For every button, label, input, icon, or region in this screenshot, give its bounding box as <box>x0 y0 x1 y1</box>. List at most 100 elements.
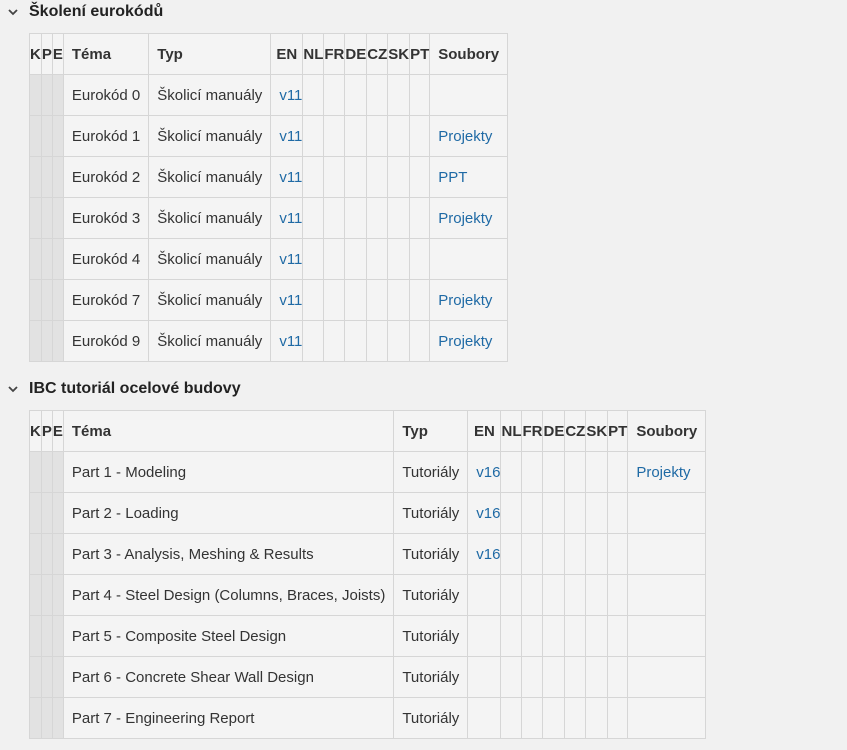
cell-tema: Part 4 - Steel Design (Columns, Braces, … <box>62 574 395 616</box>
cell-soubory: PPT <box>429 156 509 198</box>
cell-p <box>40 320 53 362</box>
col-nl: NL <box>500 410 523 452</box>
cell-fr <box>323 115 346 157</box>
table-row: Part 4 - Steel Design (Columns, Braces, … <box>29 574 707 616</box>
files-link[interactable]: Projekty <box>438 292 492 309</box>
cell-k <box>29 320 42 362</box>
cell-de <box>344 279 368 321</box>
cell-nl <box>500 533 523 575</box>
en-version-link[interactable]: v16 <box>476 546 500 563</box>
cell-nl <box>302 320 325 362</box>
cell-nl <box>500 574 523 616</box>
table-row: Eurokód 0 Školicí manuály v11 <box>29 74 509 116</box>
col-tema: Téma <box>62 410 395 452</box>
cell-tema: Part 3 - Analysis, Meshing & Results <box>62 533 395 575</box>
cell-typ: Tutoriály <box>393 533 469 575</box>
cell-soubory <box>429 74 509 116</box>
cell-en: v11 <box>270 320 304 362</box>
cell-cz <box>366 279 389 321</box>
en-version-link[interactable]: v11 <box>279 169 302 186</box>
cell-k <box>29 615 42 657</box>
cell-k <box>29 238 42 280</box>
cell-en: v11 <box>270 74 304 116</box>
col-k: K <box>29 33 42 75</box>
cell-de <box>344 320 368 362</box>
cell-e <box>51 451 64 493</box>
cell-fr <box>323 279 346 321</box>
files-link[interactable]: Projekty <box>438 128 492 145</box>
cell-tema: Eurokód 0 <box>62 74 150 116</box>
col-en: EN <box>270 33 304 75</box>
col-typ: Typ <box>148 33 272 75</box>
table-header-row: K P E Téma Typ EN NL FR DE CZ SK PT Soub… <box>29 410 707 452</box>
cell-de <box>344 238 368 280</box>
cell-typ: Školicí manuály <box>148 197 272 239</box>
cell-de <box>542 492 566 534</box>
en-version-link[interactable]: v11 <box>279 128 302 145</box>
col-tema: Téma <box>62 33 150 75</box>
table-row: Part 5 - Composite Steel Design Tutoriál… <box>29 615 707 657</box>
cell-typ: Tutoriály <box>393 697 469 739</box>
table-row: Part 2 - Loading Tutoriály v16 <box>29 492 707 534</box>
section-title: IBC tutoriál ocelové budovy <box>29 380 241 397</box>
cell-cz <box>564 533 587 575</box>
cell-fr <box>521 615 544 657</box>
cell-pt <box>607 697 629 739</box>
cell-cz <box>564 697 587 739</box>
cell-pt <box>409 238 431 280</box>
cell-tema: Part 6 - Concrete Shear Wall Design <box>62 656 395 698</box>
cell-fr <box>323 156 346 198</box>
cell-de <box>542 574 566 616</box>
section-header[interactable]: Školení eurokódů <box>0 0 163 24</box>
cell-pt <box>607 533 629 575</box>
cell-pt <box>409 279 431 321</box>
files-link[interactable]: PPT <box>438 169 467 186</box>
cell-sk <box>387 74 411 116</box>
en-version-link[interactable]: v16 <box>476 505 500 522</box>
en-version-link[interactable]: v11 <box>279 251 302 268</box>
cell-sk <box>387 279 411 321</box>
files-link[interactable]: Projekty <box>438 333 492 350</box>
en-version-link[interactable]: v11 <box>279 333 302 350</box>
cell-fr <box>521 574 544 616</box>
cell-de <box>542 697 566 739</box>
cell-soubory <box>627 492 707 534</box>
section-header[interactable]: IBC tutoriál ocelové budovy <box>0 377 241 401</box>
col-nl: NL <box>302 33 325 75</box>
resources-table: K P E Téma Typ EN NL FR DE CZ SK PT Soub… <box>29 33 509 362</box>
cell-tema: Part 7 - Engineering Report <box>62 697 395 739</box>
cell-k <box>29 574 42 616</box>
cell-typ: Tutoriály <box>393 615 469 657</box>
cell-tema: Eurokód 7 <box>62 279 150 321</box>
en-version-link[interactable]: v11 <box>279 87 302 104</box>
col-sk: SK <box>585 410 609 452</box>
cell-nl <box>302 115 325 157</box>
table-row: Eurokód 1 Školicí manuály v11 Projekty <box>29 115 509 157</box>
cell-p <box>40 492 53 534</box>
cell-cz <box>366 115 389 157</box>
en-version-link[interactable]: v11 <box>279 292 302 309</box>
cell-de <box>344 115 368 157</box>
cell-nl <box>302 238 325 280</box>
files-link[interactable]: Projekty <box>438 210 492 227</box>
col-soubory: Soubory <box>627 410 707 452</box>
en-version-link[interactable]: v16 <box>476 464 500 481</box>
en-version-link[interactable]: v11 <box>279 210 302 227</box>
col-cz: CZ <box>366 33 389 75</box>
cell-e <box>51 615 64 657</box>
cell-typ: Tutoriály <box>393 492 469 534</box>
cell-p <box>40 656 53 698</box>
cell-cz <box>564 656 587 698</box>
cell-p <box>40 533 53 575</box>
cell-sk <box>387 320 411 362</box>
files-link[interactable]: Projekty <box>636 464 690 481</box>
cell-nl <box>302 74 325 116</box>
cell-p <box>40 615 53 657</box>
cell-k <box>29 656 42 698</box>
col-p: P <box>40 410 53 452</box>
cell-k <box>29 115 42 157</box>
col-fr: FR <box>521 410 544 452</box>
cell-soubory <box>627 574 707 616</box>
cell-en <box>467 615 502 657</box>
table-row: Eurokód 3 Školicí manuály v11 Projekty <box>29 197 509 239</box>
